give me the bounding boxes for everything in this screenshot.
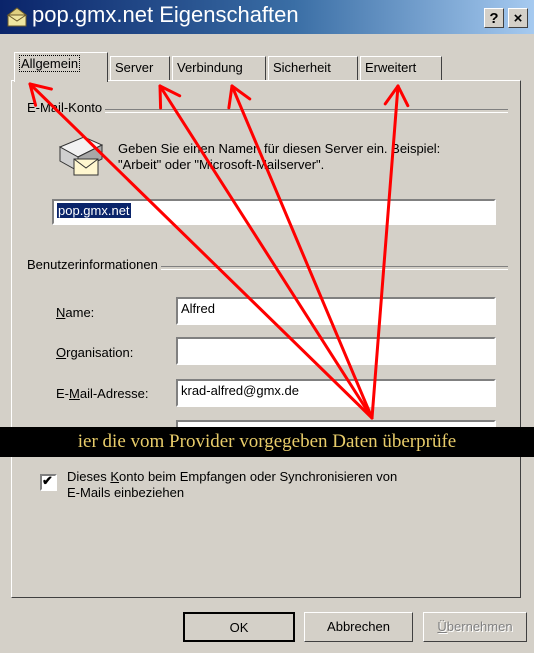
window-title: pop.gmx.net Eigenschaften	[32, 2, 299, 27]
account-description-line1: Geben Sie einen Namen für diesen Server …	[118, 141, 441, 156]
mail-server-icon	[6, 7, 28, 27]
name-label: Name:	[56, 305, 95, 320]
account-group-label: E-Mail-Konto	[24, 100, 106, 115]
title-bar[interactable]: pop.gmx.net Eigenschaften ? ×	[0, 0, 534, 34]
annotation-banner: ier die vom Provider vorgegeben Daten üb…	[0, 427, 534, 457]
check-mark-icon: ✔	[42, 473, 53, 488]
user-info-group-label: Benutzerinformationen	[24, 257, 161, 272]
organisation-label: Organisation:	[56, 345, 134, 360]
close-button[interactable]: ×	[508, 8, 528, 28]
email-input[interactable]: krad-alfred@gmx.de	[176, 379, 496, 407]
include-account-label-line1: Dieses Konto beim Empfangen oder Synchro…	[67, 469, 398, 484]
include-account-checkbox[interactable]: ✔	[40, 473, 57, 491]
tab-erweitert[interactable]: Erweitert	[360, 56, 442, 80]
organisation-input[interactable]	[176, 337, 496, 365]
ok-button[interactable]: OK	[183, 612, 295, 642]
account-description-line2: "Arbeit" oder "Microsoft-Mailserver".	[118, 157, 325, 172]
include-account-label-line2: E-Mails einbeziehen	[67, 485, 185, 500]
tab-server[interactable]: Server	[110, 56, 170, 80]
tab-verbindung[interactable]: Verbindung	[172, 56, 266, 80]
tab-sicherheit[interactable]: Sicherheit	[268, 56, 358, 80]
account-name-input[interactable]: pop.gmx.net	[52, 199, 496, 225]
tab-allgemein[interactable]: Allgemein	[14, 52, 108, 82]
name-input[interactable]: Alfred	[176, 297, 496, 325]
email-label: E-Mail-Adresse:	[56, 386, 149, 401]
mail-account-icon	[58, 136, 104, 176]
cancel-button[interactable]: Abbrechen	[304, 612, 413, 642]
apply-button[interactable]: Übernehmen	[423, 612, 527, 642]
help-button[interactable]: ?	[484, 8, 504, 28]
properties-dialog: pop.gmx.net Eigenschaften ? × Allgemein …	[0, 0, 534, 653]
